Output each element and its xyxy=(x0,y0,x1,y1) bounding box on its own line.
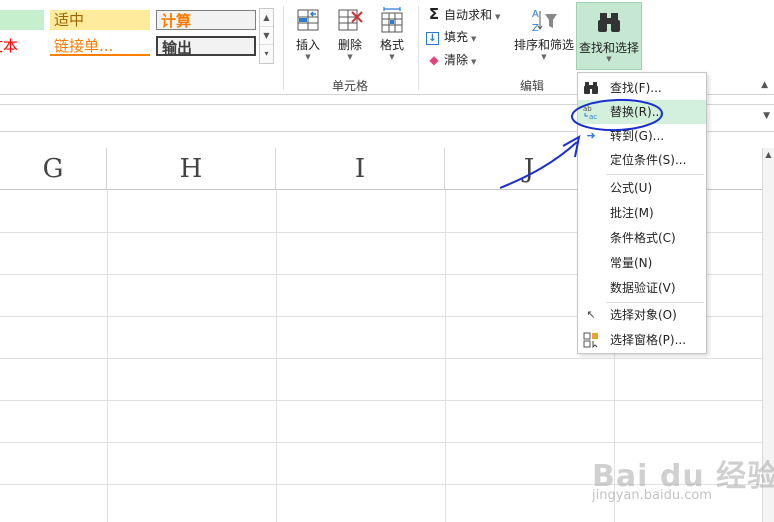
chevron-down-icon: ▼ xyxy=(471,58,477,66)
row-gridline xyxy=(0,358,762,359)
menu-item-conditional-formatting[interactable]: 条件格式(C) xyxy=(578,226,706,250)
chevron-down-icon: ▼ xyxy=(347,53,353,61)
menu-item-selection-pane[interactable]: 选择窗格(P)... xyxy=(578,328,706,352)
menu-item-label: 查找(F)... xyxy=(610,81,662,95)
baidu-watermark-url: jingyan.baidu.com xyxy=(592,488,712,503)
chevron-down-icon: ▼ xyxy=(541,53,547,61)
cells-group-label: 单元格 xyxy=(331,79,368,93)
svg-text:Z: Z xyxy=(532,23,539,34)
format-button[interactable]: 格式 ▼ xyxy=(370,4,414,70)
delete-label: 删除 xyxy=(337,38,362,52)
menu-item-label: 选择窗格(P)... xyxy=(610,333,687,347)
expand-formula-bar-icon[interactable]: ▼ xyxy=(763,111,770,121)
sort-filter-label: 排序和筛选 xyxy=(513,38,574,52)
menu-item-goto-special[interactable]: 定位条件(S)... xyxy=(578,148,706,172)
menu-item-label: 条件格式(C) xyxy=(610,231,676,245)
chevron-down-icon: ▼ xyxy=(305,53,311,61)
gallery-scrollbar[interactable]: ▲ ▼ ▾ xyxy=(259,8,274,64)
delete-cells-icon xyxy=(336,6,364,34)
row-gridline xyxy=(0,442,762,443)
menu-item-label: 选择对象(O) xyxy=(610,308,677,322)
replace-icon: ab ac xyxy=(583,104,599,121)
eraser-icon: ◆ xyxy=(429,53,439,67)
find-select-label: 查找和选择 xyxy=(578,41,639,55)
selection-pane-icon xyxy=(583,332,599,349)
column-header-h[interactable]: H xyxy=(107,148,276,190)
binoculars-icon xyxy=(595,9,623,37)
sort-filter-icon: A Z xyxy=(530,6,558,34)
style-output[interactable]: 输出 xyxy=(156,36,256,56)
svg-text:A: A xyxy=(532,9,539,20)
insert-button[interactable]: 插入 ▼ xyxy=(286,4,330,70)
sigma-icon: Σ xyxy=(428,5,440,23)
menu-item-comments[interactable]: 批注(M) xyxy=(578,201,706,225)
gallery-up-icon[interactable]: ▲ xyxy=(260,9,273,27)
cursor-arrow-icon: ↖ xyxy=(586,308,596,321)
goto-arrow-icon: ➜ xyxy=(586,129,596,142)
chevron-down-icon: ▼ xyxy=(495,13,501,21)
row-gridline xyxy=(0,400,762,401)
autosum-button[interactable]: Σ 自动求和 ▼ xyxy=(426,4,501,24)
menu-item-label: 数据验证(V) xyxy=(610,281,676,295)
editing-group-label: 编辑 xyxy=(519,79,544,93)
clear-button[interactable]: ◆ 清除 ▼ xyxy=(426,50,476,70)
menu-item-label: 转到(G)... xyxy=(610,129,665,143)
menu-item-replace[interactable]: ab ac 替换(R)... xyxy=(578,100,706,124)
column-header-g[interactable]: G xyxy=(0,148,107,190)
menu-item-label: 替换(R)... xyxy=(610,105,664,119)
format-label: 格式 xyxy=(379,38,404,52)
gallery-more-icon[interactable]: ▾ xyxy=(260,45,273,63)
menu-item-data-validation[interactable]: 数据验证(V) xyxy=(578,276,706,300)
insert-cells-icon xyxy=(294,6,322,34)
menu-item-label: 常量(N) xyxy=(610,256,653,270)
delete-button[interactable]: 删除 ▼ xyxy=(328,4,372,70)
collapse-ribbon-icon[interactable]: ▲ xyxy=(761,80,768,90)
style-linked-cell[interactable]: 链接单... xyxy=(50,36,150,56)
style-calculation[interactable]: 计算 xyxy=(156,10,256,30)
group-separator xyxy=(418,6,419,90)
column-gridline xyxy=(107,190,108,522)
menu-item-constants[interactable]: 常量(N) xyxy=(578,251,706,275)
menu-item-select-objects[interactable]: ↖ 选择对象(O) xyxy=(578,303,706,327)
fill-down-icon: ↓ xyxy=(426,32,439,45)
menu-item-formulas[interactable]: 公式(U) xyxy=(578,176,706,200)
sort-filter-button[interactable]: A Z 排序和筛选 ▼ xyxy=(512,4,576,70)
scroll-up-icon[interactable]: ▲ xyxy=(763,150,774,159)
column-header-i[interactable]: I xyxy=(276,148,445,190)
autosum-label: 自动求和 xyxy=(444,8,493,22)
menu-item-label: 定位条件(S)... xyxy=(610,153,687,167)
style-neutral[interactable]: 适中 xyxy=(50,10,150,30)
menu-separator xyxy=(606,174,704,175)
format-cells-icon xyxy=(378,6,406,34)
menu-item-label: 批注(M) xyxy=(610,206,654,220)
chevron-down-icon: ▼ xyxy=(606,55,612,63)
menu-item-label: 公式(U) xyxy=(610,181,653,195)
group-separator xyxy=(283,6,284,90)
svg-text:ab: ab xyxy=(583,105,592,113)
fill-button[interactable]: ↓ 填充 ▼ xyxy=(426,27,476,47)
style-good-partial[interactable] xyxy=(0,10,44,30)
menu-item-goto[interactable]: ➜ 转到(G)... xyxy=(578,124,706,148)
binoculars-icon xyxy=(583,80,599,96)
find-select-button[interactable]: 查找和选择 ▼ xyxy=(576,2,642,70)
svg-text:ac: ac xyxy=(589,113,597,120)
column-gridline xyxy=(445,190,446,522)
insert-label: 插入 xyxy=(295,38,320,52)
chevron-down-icon: ▼ xyxy=(471,35,477,43)
chevron-down-icon: ▼ xyxy=(389,53,395,61)
find-select-menu: 查找(F)... ab ac 替换(R)... ➜ 转到(G)... 定位条件(… xyxy=(577,72,707,354)
clear-label: 清除 xyxy=(444,53,469,67)
style-text[interactable]: 文本 xyxy=(0,36,44,56)
gallery-down-icon[interactable]: ▼ xyxy=(260,27,273,45)
column-gridline xyxy=(276,190,277,522)
menu-item-find[interactable]: 查找(F)... xyxy=(578,76,706,100)
fill-label: 填充 xyxy=(444,30,469,44)
